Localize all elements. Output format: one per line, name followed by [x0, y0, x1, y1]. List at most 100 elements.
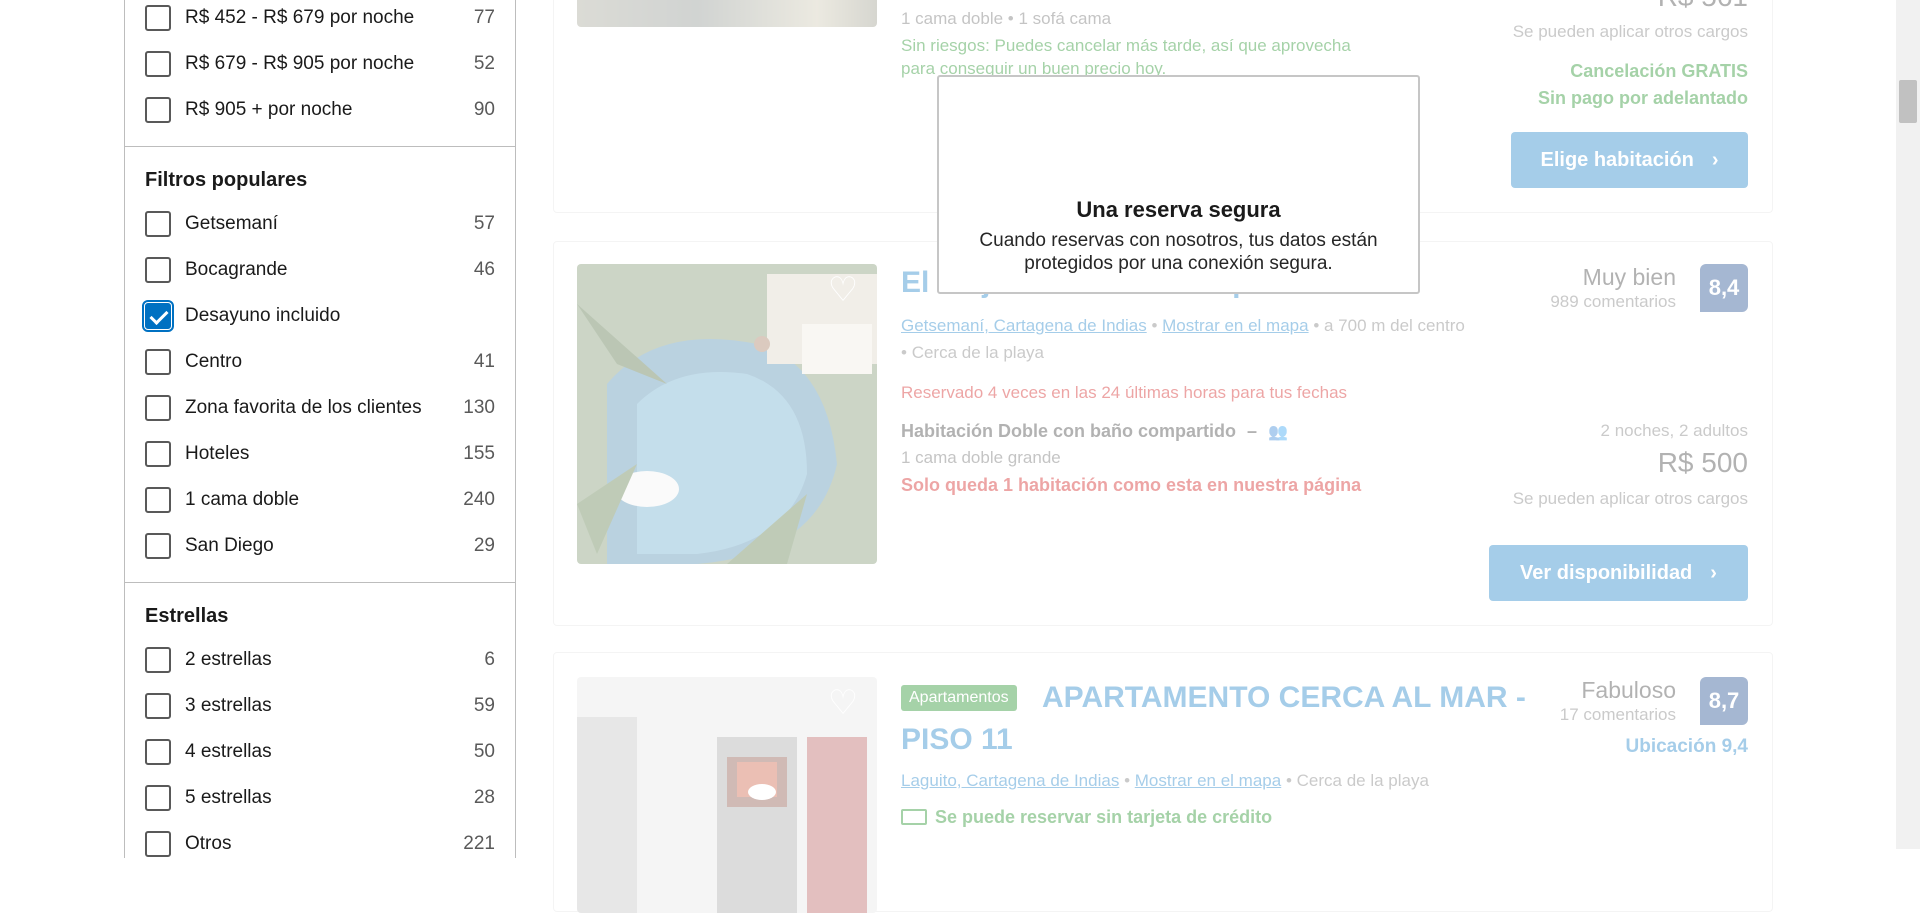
extra-charges: Se pueden aplicar otros cargos	[1512, 22, 1748, 41]
beach-text: • Cerca de la playa	[901, 343, 1044, 363]
filter-count: 46	[473, 259, 495, 280]
recently-booked: Reservado 4 veces en las 24 últimas hora…	[901, 383, 1348, 402]
no-prepayment: Sin pago por adelantado	[1537, 88, 1748, 108]
filter-count: 59	[473, 695, 495, 716]
checkbox[interactable]	[145, 257, 171, 283]
bed-type: 1 cama doble grande	[901, 448, 1061, 467]
button-label: Elige habitación	[1540, 148, 1694, 171]
secure-booking-modal: Una reserva segura Cuando reservas con n…	[937, 75, 1420, 294]
room-name-label: Habitación Doble con baño compartido	[901, 421, 1237, 441]
button-label: Ver disponibilidad	[1520, 561, 1693, 584]
two-guests-icon: 👥	[1268, 424, 1288, 441]
pool-photo	[577, 264, 877, 564]
filter-option[interactable]: Centro 41	[145, 346, 495, 378]
filter-label: 3 estrellas	[185, 695, 272, 716]
stars-filter-title: Estrellas	[145, 605, 229, 627]
room-separator: –	[1247, 421, 1258, 441]
location-link[interactable]: Laguito, Cartagena de Indias	[901, 771, 1119, 790]
filter-option[interactable]: Zona favorita de los clientes 130	[145, 392, 495, 424]
property-photo[interactable]	[577, 264, 877, 564]
checkbox[interactable]	[145, 395, 171, 421]
rating-word: Fabuloso	[1581, 677, 1676, 703]
filter-label: Bocagrande	[185, 259, 288, 280]
beach-label: Cerca de la playa	[911, 343, 1044, 362]
see-availability-button[interactable]: Ver disponibilidad ›	[1489, 545, 1748, 601]
filter-option[interactable]: 2 estrellas 6	[145, 644, 495, 676]
filter-option[interactable]: Otros 221	[145, 828, 495, 860]
filter-option[interactable]: Hoteles 155	[145, 438, 495, 470]
property-card-3: ♡ Apartamentos APARTAMENTO CERCA AL MAR …	[553, 652, 1773, 913]
checkbox[interactable]	[145, 647, 171, 673]
page-scrollbar[interactable]	[1896, 0, 1920, 849]
review-count: 989 comentarios	[1550, 292, 1676, 311]
checkbox[interactable]	[145, 785, 171, 811]
filter-count: 52	[473, 53, 495, 74]
section-divider	[125, 582, 515, 583]
location-line: Getsemaní, Cartagena de Indias • Mostrar…	[901, 316, 1465, 336]
dot-separator: •	[1151, 316, 1163, 335]
modal-body: Cuando reservas con nosotros, tus datos …	[979, 230, 1378, 274]
review-count: 17 comentarios	[1559, 705, 1676, 724]
filter-option[interactable]: San Diego 29	[145, 530, 495, 562]
checkbox[interactable]	[145, 487, 171, 513]
filter-count: 221	[463, 833, 495, 854]
filter-label: 2 estrellas	[185, 649, 272, 670]
filter-count: 50	[473, 741, 495, 762]
filter-count: 29	[473, 535, 495, 556]
filter-count: 155	[463, 443, 495, 464]
location-score: Ubicación 9,4	[1625, 736, 1749, 757]
checkbox[interactable]	[145, 533, 171, 559]
property-title-line2[interactable]: PISO 11	[901, 723, 1013, 757]
checkbox[interactable]	[145, 211, 171, 237]
dot-separator: •	[901, 343, 912, 362]
free-cancellation: Cancelación GRATIS	[1570, 61, 1748, 81]
scrollbar-thumb[interactable]	[1899, 80, 1917, 123]
stay-summary: 2 noches, 2 adultos	[1600, 421, 1748, 440]
filter-option[interactable]: R$ 905 + por noche 90	[145, 94, 495, 126]
filter-label: Zona favorita de los clientes	[185, 397, 422, 418]
filter-label: 1 cama doble	[185, 489, 300, 510]
credit-card-icon	[901, 809, 927, 825]
no-credit-card-text: Se puede reservar sin tarjeta de crédito	[935, 807, 1273, 827]
filter-option[interactable]: R$ 679 - R$ 905 por noche 52	[145, 48, 495, 80]
checkbox[interactable]	[145, 693, 171, 719]
checkbox[interactable]	[145, 5, 171, 31]
checkbox[interactable]	[145, 441, 171, 467]
modal-title: Una reserva segura	[1076, 197, 1281, 222]
show-map-link[interactable]: Mostrar en el mapa	[1135, 771, 1281, 790]
show-map-link[interactable]: Mostrar en el mapa	[1162, 316, 1308, 335]
filter-label: Otros	[185, 833, 232, 854]
filter-option[interactable]: Desayuno incluido	[142, 300, 495, 332]
property-card-2: ♡ El Viajero Hostel Boutique Muy bien 98…	[553, 241, 1773, 626]
filter-label: R$ 905 + por noche	[185, 99, 353, 120]
distance-text: a 700 m del centro	[1324, 316, 1465, 335]
checkbox[interactable]	[145, 97, 171, 123]
filter-option[interactable]: R$ 452 - R$ 679 por noche 77	[145, 2, 495, 34]
filter-label: R$ 452 - R$ 679 por noche	[185, 7, 415, 28]
choose-room-button[interactable]: Elige habitación ›	[1511, 132, 1748, 188]
filter-option[interactable]: Bocagrande 46	[145, 254, 495, 286]
chevron-right-icon: ›	[1710, 561, 1717, 584]
filter-count: 240	[463, 489, 495, 510]
filter-count: 41	[473, 351, 495, 372]
filter-label: Getsemaní	[185, 213, 278, 234]
checkbox[interactable]	[145, 349, 171, 375]
checkbox[interactable]	[145, 831, 171, 857]
filter-option[interactable]: 5 estrellas 28	[145, 782, 495, 814]
filter-option[interactable]: 4 estrellas 50	[145, 736, 495, 768]
location-link[interactable]: Getsemaní, Cartagena de Indias	[901, 316, 1147, 335]
checkbox[interactable]	[145, 51, 171, 77]
heart-icon[interactable]: ♡	[825, 685, 861, 721]
filter-option[interactable]: 1 cama doble 240	[145, 484, 495, 516]
checkbox-checked[interactable]	[142, 300, 174, 332]
filter-option[interactable]: Getsemaní 57	[145, 208, 495, 240]
heart-icon[interactable]: ♡	[825, 272, 861, 308]
property-photo[interactable]	[577, 0, 877, 27]
filter-count: 77	[473, 7, 495, 28]
property-title-line1[interactable]: APARTAMENTO CERCA AL MAR -	[1042, 681, 1526, 715]
chevron-right-icon: ›	[1711, 148, 1719, 171]
filter-label: R$ 679 - R$ 905 por noche	[185, 53, 415, 74]
filter-option[interactable]: 3 estrellas 59	[145, 690, 495, 722]
filter-count: 6	[484, 649, 495, 670]
checkbox[interactable]	[145, 739, 171, 765]
